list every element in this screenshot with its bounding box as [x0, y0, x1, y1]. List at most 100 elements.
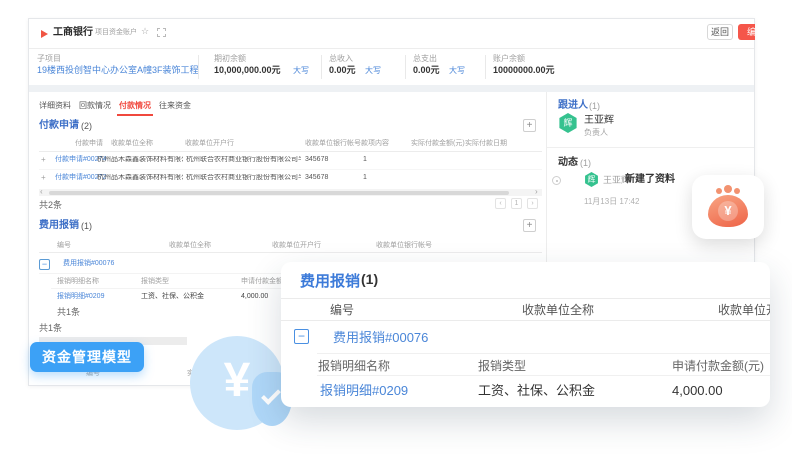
col-payee-name: 收款单位全称: [111, 140, 153, 149]
payment-row-bank: 杭州联合农村商业银行股份有限公司半山支行: [186, 174, 301, 183]
popup-expense-link[interactable]: 费用报销#00076: [333, 330, 428, 346]
total-expense-caps-link[interactable]: 大写: [449, 66, 465, 76]
total-expense-label: 总支出: [413, 54, 437, 64]
money-bag-top-icon: [724, 185, 732, 193]
checkmark-icon: [261, 385, 281, 405]
payment-row-account: 345678: [305, 156, 328, 165]
payment-row-item: 1: [363, 174, 367, 183]
divider: [317, 375, 770, 376]
tab-transactions[interactable]: 往来资金: [159, 101, 191, 111]
total-income-caps-link[interactable]: 大写: [365, 66, 381, 76]
active-tab-underline: [117, 114, 153, 116]
expense-detail-link[interactable]: 报销明细#0209: [57, 293, 104, 302]
opening-balance-caps-link[interactable]: 大写: [293, 66, 309, 76]
expand-icon[interactable]: [157, 28, 166, 37]
row-expand-icon[interactable]: +: [41, 155, 46, 165]
clock-icon: [552, 176, 561, 185]
model-label-pill: 资金管理模型: [30, 342, 144, 372]
payment-section-count: (2): [81, 121, 92, 132]
activity-time: 11月13日 17:42: [584, 197, 639, 207]
divider: [39, 151, 542, 152]
col-expense-payee: 收款单位全称: [169, 242, 211, 251]
followers-title: 跟进人: [558, 100, 588, 113]
activity-count: (1): [580, 158, 591, 169]
page-number[interactable]: 1: [511, 198, 522, 209]
bank-name: 工商银行: [53, 27, 93, 40]
row-expand-icon[interactable]: +: [41, 173, 46, 183]
divider: [39, 252, 542, 253]
expense-detail-amount: 4,000.00: [241, 293, 268, 302]
expense-total-count: 共1条: [39, 323, 62, 334]
section-gap: [29, 85, 754, 92]
breadcrumb: 项目资金账户: [95, 29, 137, 38]
follower-name: 王亚辉: [584, 115, 614, 128]
divider: [321, 55, 322, 79]
back-button[interactable]: 返回: [707, 24, 733, 40]
divider: [281, 298, 770, 299]
divider: [485, 55, 486, 79]
scroll-right-icon[interactable]: ›: [535, 187, 538, 197]
h-scrollbar-thumb[interactable]: [49, 191, 509, 195]
popup-subcol-type: 报销类型: [478, 359, 526, 374]
account-balance-label: 账户余额: [493, 54, 525, 64]
divider: [198, 55, 199, 79]
col-expense-account: 收款单位银行帐号: [376, 242, 432, 251]
popup-collapse-button[interactable]: −: [294, 329, 309, 344]
col-actual-date: 实际付款日期: [465, 140, 507, 149]
col-payee-bank: 收款单位开户行: [185, 140, 234, 149]
col-payee-account: 收款单位银行帐号: [305, 140, 361, 149]
divider: [281, 320, 770, 321]
popup-detail-type: 工资、社保、公积金: [478, 383, 595, 399]
follower-role: 负责人: [584, 128, 608, 138]
divider: [317, 353, 770, 354]
activity-title: 动态: [558, 157, 578, 170]
payment-row-company: 杭州品木森鑫装饰材料有限公司: [97, 174, 183, 183]
tab-payments-active[interactable]: 付款情况: [119, 101, 151, 111]
subproject-label: 子项目: [37, 54, 61, 64]
activity-avatar: 辉: [584, 172, 599, 187]
col-expense-bank: 收款单位开户行: [272, 242, 321, 251]
payment-row-item: 1: [363, 156, 367, 165]
popup-detail-amount: 4,000.00: [672, 383, 723, 399]
total-income-label: 总收入: [329, 54, 353, 64]
bank-logo-icon: [41, 30, 48, 38]
col-payment-request: 付款申请: [75, 140, 103, 149]
col-payment-content: 款项内容: [361, 140, 389, 149]
popup-detail-link[interactable]: 报销明细#0209: [320, 383, 408, 399]
divider: [29, 48, 754, 49]
popup-col-payee: 收款单位全称: [522, 303, 594, 318]
page-next-button[interactable]: ›: [527, 198, 538, 209]
payment-row-company: 杭州品木森鑫装饰材料有限公司: [97, 156, 183, 165]
expense-section-count: (1): [81, 221, 92, 232]
scroll-left-icon[interactable]: ‹: [40, 187, 43, 197]
subproject-link[interactable]: 19楼西投创智中心办公室A幢3F装饰工程: [37, 65, 199, 76]
edit-button-clip: 编辑: [738, 24, 755, 40]
follower-avatar: 辉: [558, 113, 578, 133]
tab-receipts[interactable]: 回款情况: [79, 101, 111, 111]
add-payment-button[interactable]: +: [523, 119, 536, 132]
yen-badge-icon: ¥: [718, 201, 738, 221]
opening-balance-label: 期初余额: [214, 54, 246, 64]
star-icon[interactable]: ☆: [141, 26, 149, 37]
divider: [405, 55, 406, 79]
popup-subcol-detail-name: 报销明细名称: [318, 359, 390, 374]
money-bag-icon: ¥: [708, 195, 748, 227]
tab-details[interactable]: 详细资料: [39, 101, 71, 111]
add-expense-button[interactable]: +: [523, 219, 536, 232]
page-prev-button[interactable]: ‹: [495, 198, 506, 209]
col-actual-amount: 实际付款金额(元): [411, 140, 465, 149]
col-expense-id: 编号: [57, 242, 71, 251]
payment-total-count: 共2条: [39, 200, 62, 211]
collapse-row-button[interactable]: −: [39, 259, 50, 270]
payment-section-title: 付款申请: [39, 120, 79, 133]
popup-subcol-amount: 申请付款金额(元): [672, 359, 764, 374]
activity-action: 新建了资料: [625, 174, 675, 187]
expense-popup-card: 费用报销 (1) 编号 收款单位全称 收款单位开户行 − 费用报销#00076 …: [281, 262, 770, 407]
subcol-expense-type: 报销类型: [141, 278, 169, 287]
expense-row-link[interactable]: 费用报销#00076: [63, 260, 114, 269]
popup-col-bank: 收款单位开户行: [718, 303, 770, 318]
expense-detail-type: 工资、社保、公积金: [141, 293, 204, 302]
subcol-detail-name: 报销明细名称: [57, 278, 99, 287]
edit-button[interactable]: 编辑: [738, 24, 755, 40]
money-bag-badge: ¥: [692, 175, 764, 239]
